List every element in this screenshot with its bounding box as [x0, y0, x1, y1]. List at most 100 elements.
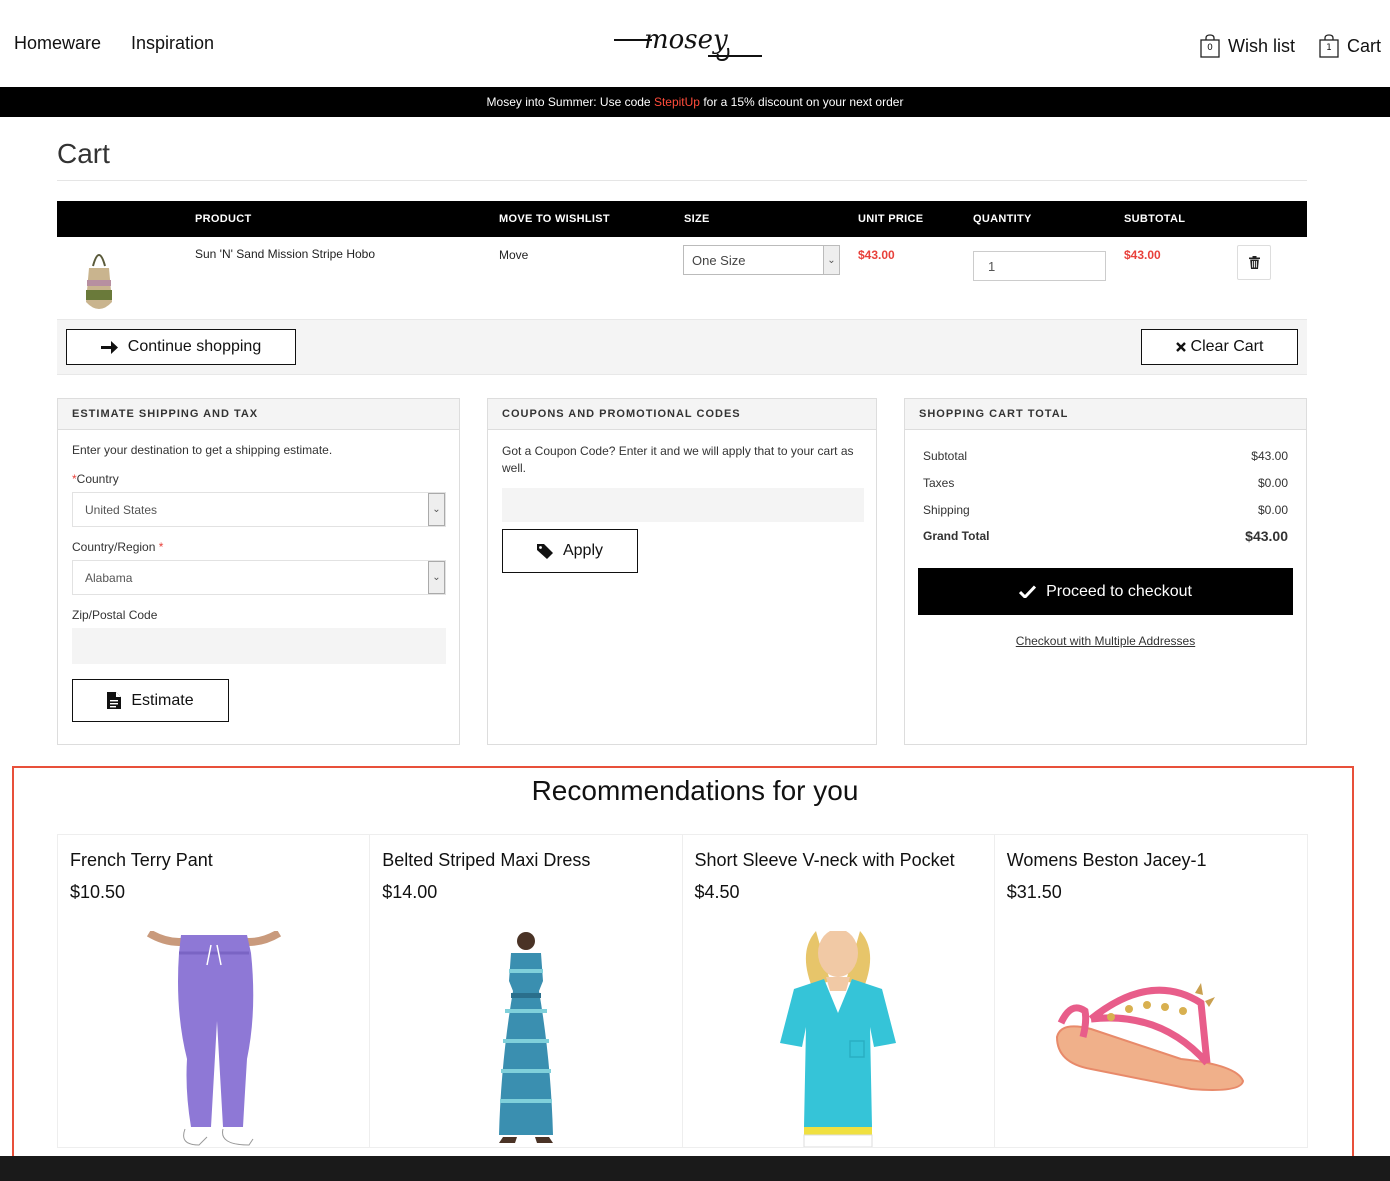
cart-link[interactable]: 1 Cart [1319, 34, 1381, 58]
checkout-label: Proceed to checkout [1046, 582, 1192, 600]
coupon-intro: Got a Coupon Code? Enter it and we will … [502, 444, 854, 475]
rec-product-name[interactable]: Short Sleeve V-neck with Pocket [695, 850, 955, 871]
recommendation-card[interactable]: French Terry Pant $10.50 [58, 835, 371, 1147]
estimate-label: Estimate [131, 691, 194, 709]
mosey-logo[interactable]: mosey [612, 26, 764, 62]
zip-label: Zip/Postal Code [72, 608, 158, 622]
rec-product-price: $4.50 [694, 882, 740, 902]
region-select-value: Alabama [85, 571, 133, 585]
grand-total-row: Grand Total $43.00 [923, 528, 1288, 544]
move-to-wishlist-link[interactable]: Move [499, 248, 528, 262]
subtotal-row: Subtotal $43.00 [923, 449, 1288, 463]
region-select[interactable]: Alabama ⌄ [72, 560, 446, 595]
totals-heading: SHOPPING CART TOTAL [905, 399, 1306, 430]
required-asterisk: * [158, 540, 164, 554]
recommendation-card[interactable]: Belted Striped Maxi Dress $14.00 [370, 835, 683, 1147]
grand-total-label: Grand Total [923, 529, 990, 543]
rec-product-price: $31.50 [1006, 882, 1062, 902]
coupon-code-input[interactable] [502, 488, 864, 522]
document-icon [107, 692, 122, 709]
site-header: Homeware Inspiration mosey 0 Wish list 1… [0, 0, 1390, 87]
nav-homeware[interactable]: Homeware [14, 33, 101, 54]
nav-inspiration[interactable]: Inspiration [131, 33, 214, 54]
product-image-maxi-dress[interactable] [481, 931, 571, 1147]
col-product: PRODUCT [195, 213, 252, 225]
svg-text:mosey: mosey [644, 26, 728, 55]
continue-shopping-button[interactable]: Continue shopping [66, 329, 296, 365]
rec-product-price: $14.00 [382, 882, 438, 902]
taxes-label: Taxes [923, 476, 955, 490]
product-thumbnail[interactable] [83, 244, 115, 314]
coupon-panel: COUPONS AND PROMOTIONAL CODES Got a Coup… [487, 398, 877, 745]
col-subtotal: SUBTOTAL [1124, 213, 1186, 225]
country-select[interactable]: United States ⌄ [72, 492, 446, 527]
grand-total-value: $43.00 [1245, 528, 1288, 544]
page-title: Cart [57, 138, 110, 169]
promo-code: StepitUp [653, 95, 700, 109]
rec-product-name[interactable]: Belted Striped Maxi Dress [382, 850, 590, 871]
checkmark-icon [1019, 585, 1037, 598]
cart-total-panel: SHOPPING CART TOTAL Subtotal $43.00 Taxes… [904, 398, 1307, 745]
col-quantity: QUANTITY [973, 213, 1032, 225]
wishlist-bag-icon: 0 [1200, 34, 1220, 58]
title-divider [57, 180, 1307, 181]
subtotal-value: $43.00 [1251, 449, 1288, 463]
remove-item-button[interactable] [1237, 245, 1271, 280]
clear-cart-label: Clear Cart [1190, 338, 1264, 355]
apply-coupon-button[interactable]: Apply [502, 529, 638, 573]
quantity-value: 1 [988, 259, 996, 274]
multi-address-checkout-link[interactable]: Checkout with Multiple Addresses [905, 634, 1306, 648]
shipping-heading: ESTIMATE SHIPPING AND TAX [58, 399, 459, 430]
cart-count: 1 [1326, 43, 1332, 53]
continue-shopping-label: Continue shopping [127, 338, 262, 355]
subtotal-label: Subtotal [923, 449, 968, 463]
chevron-down-icon: ⌄ [823, 246, 839, 274]
country-label: *Country [72, 471, 119, 488]
row-subtotal: $43.00 [1124, 248, 1161, 262]
clear-cart-button[interactable]: Clear Cart [1141, 329, 1298, 365]
product-image-sandal[interactable] [1051, 931, 1251, 1147]
cart-bag-icon: 1 [1319, 34, 1339, 58]
cart-actions-bar: Continue shopping Clear Cart [57, 319, 1307, 375]
size-select-value: One Size [692, 253, 746, 268]
chevron-down-icon: ⌄ [428, 561, 445, 594]
unit-price: $43.00 [858, 248, 895, 262]
apply-label: Apply [562, 542, 604, 559]
region-label: Country/Region * [72, 539, 163, 556]
product-name[interactable]: Sun 'N' Sand Mission Stripe Hobo [195, 247, 375, 261]
cart-table-header: PRODUCT MOVE TO WISHLIST SIZE UNIT PRICE… [57, 201, 1307, 237]
coupon-heading: COUPONS AND PROMOTIONAL CODES [488, 399, 876, 430]
size-select[interactable]: One Size ⌄ [683, 245, 840, 275]
tag-icon [536, 543, 553, 559]
taxes-value: $0.00 [1257, 476, 1288, 490]
country-label-text: Country [76, 472, 119, 486]
wishlist-label: Wish list [1228, 35, 1295, 56]
close-icon [1175, 342, 1186, 352]
rec-product-name[interactable]: Womens Beston Jacey-1 [1007, 850, 1207, 871]
rec-product-name[interactable]: French Terry Pant [70, 850, 213, 871]
product-image-vneck-tee[interactable] [758, 931, 918, 1147]
arrow-right-icon [100, 340, 118, 354]
country-select-value: United States [85, 503, 158, 517]
col-unit-price: UNIT PRICE [858, 213, 924, 225]
zip-input[interactable] [72, 628, 446, 664]
shipping-estimate-panel: ESTIMATE SHIPPING AND TAX Enter your des… [57, 398, 460, 745]
wishlist-count: 0 [1207, 43, 1213, 53]
recommendation-card[interactable]: Short Sleeve V-neck with Pocket $4.50 [683, 835, 995, 1147]
taxes-row: Taxes $0.00 [923, 476, 1288, 490]
recommendations-title: Recommendations for you [531, 775, 859, 806]
shipping-value: $0.00 [1257, 503, 1288, 517]
estimate-button[interactable]: Estimate [72, 679, 229, 722]
promo-text-after: for a 15% discount on your next order [699, 95, 904, 109]
shipping-label: Shipping [923, 503, 970, 517]
recommendation-card[interactable]: Womens Beston Jacey-1 $31.50 [995, 835, 1307, 1147]
product-image-pants[interactable] [139, 931, 289, 1147]
quantity-input[interactable]: 1 [973, 251, 1106, 281]
table-row: Sun 'N' Sand Mission Stripe Hobo Move On… [57, 237, 1307, 319]
trash-icon [1248, 256, 1260, 269]
chevron-down-icon: ⌄ [428, 493, 445, 526]
col-move-wishlist: MOVE TO WISHLIST [499, 213, 610, 225]
col-size: SIZE [684, 213, 710, 225]
wishlist-link[interactable]: 0 Wish list [1200, 34, 1295, 58]
proceed-to-checkout-button[interactable]: Proceed to checkout [918, 568, 1293, 615]
